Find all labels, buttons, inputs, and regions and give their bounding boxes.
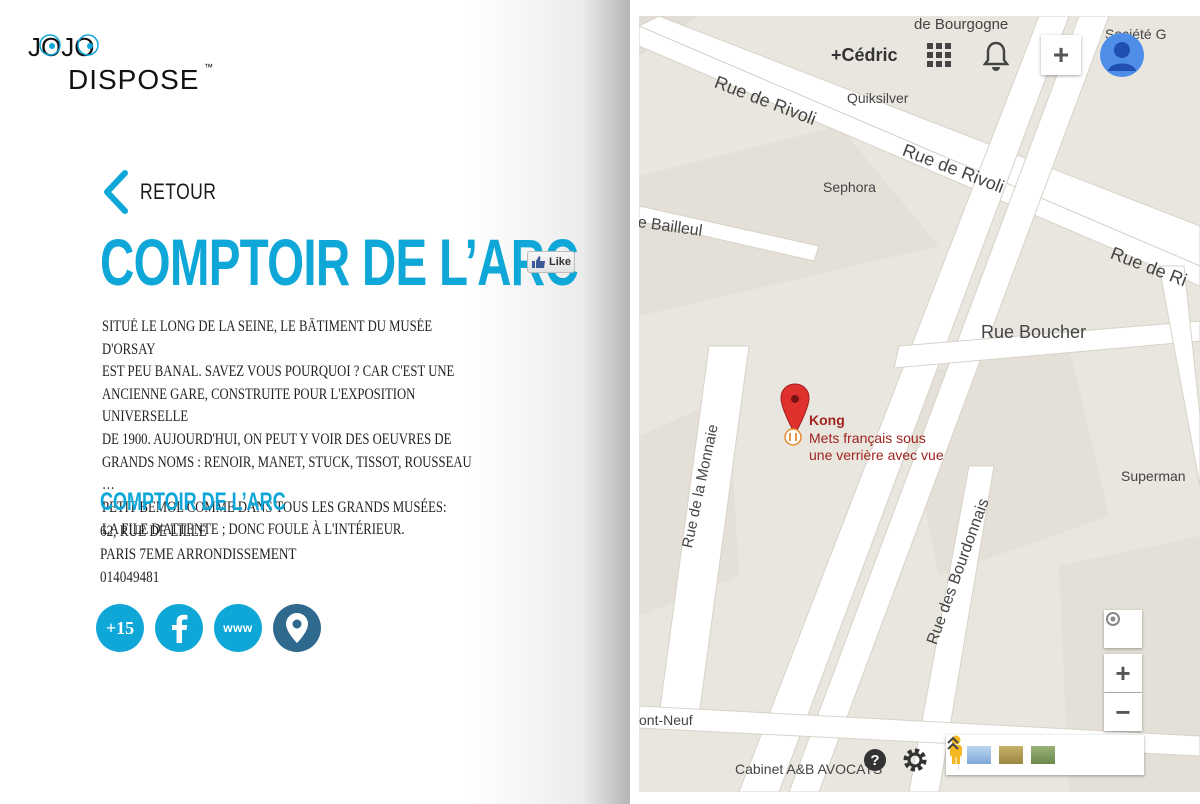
logo-bottom-text: DISPOSE [68, 64, 199, 95]
layer-switcher[interactable] [946, 735, 1144, 775]
terrain-thumbnail[interactable] [999, 746, 1023, 764]
page-title: COMPTOIR DE L’ARC [100, 225, 579, 299]
phone-number: 014049481 [100, 569, 160, 586]
poi-sephora: Sephora [823, 179, 876, 195]
venue-address: 62, rue de Lille Paris 7eme arrondisseme… [100, 520, 296, 589]
action-icons: +15 www [96, 604, 321, 652]
description-line: de 1900. Aujourd'hui, on peut y voir des… [102, 430, 452, 448]
www-label: www [223, 621, 253, 635]
back-button[interactable]: RETOUR [102, 170, 236, 214]
description-line: Situé le long de la Seine, le bâtiment d… [102, 318, 433, 358]
address-line1: 62, rue de Lille [100, 523, 207, 540]
thumbs-up-icon [532, 256, 545, 268]
share-plus-button[interactable]: + [1041, 35, 1081, 75]
google-user-link[interactable]: +Cédric [831, 45, 898, 66]
poi-quiksilver: Quiksilver [847, 90, 909, 106]
back-label: RETOUR [140, 179, 217, 204]
location-button[interactable] [273, 604, 321, 652]
plus-icon: + [1052, 39, 1070, 70]
street-cabinet: Cabinet A&B AVOCATS [735, 761, 883, 777]
street-boucher: Rue Boucher [981, 322, 1087, 342]
chevron-double-up-icon[interactable] [946, 735, 960, 751]
description-line: ancienne gare, construite pour l'exposit… [102, 385, 416, 426]
user-avatar[interactable] [1100, 33, 1144, 77]
zoom-in-icon: + [1115, 657, 1131, 688]
venue-name: COMPTOIR DE L’ARC [100, 488, 286, 516]
crosshair-icon [1106, 612, 1120, 626]
description-line: est peu banal. Savez vous pourquoi ? Car… [102, 363, 455, 381]
imagery-thumbnail[interactable] [967, 746, 991, 764]
website-button[interactable]: www [214, 604, 262, 652]
rating-button[interactable]: +15 [96, 604, 144, 652]
zoom-in-button[interactable]: + [1104, 654, 1142, 692]
chevron-left-icon [104, 170, 128, 214]
street-bourgogne: de Bourgogne [914, 16, 1009, 33]
logo-trademark: ™ [204, 62, 213, 72]
rating-label: +15 [105, 617, 135, 638]
place-name[interactable]: Kong [809, 412, 845, 428]
like-label: Like [549, 256, 572, 268]
google-map[interactable]: de Bourgogne Société G Rue de Rivoli Rue… [639, 16, 1200, 792]
map-pin-icon [286, 613, 308, 643]
place-desc-2: une verrière avec vue [809, 447, 944, 463]
panel-shadow [470, 0, 630, 804]
my-location-button[interactable] [1104, 610, 1142, 648]
zoom-out-button[interactable]: − [1104, 693, 1142, 731]
user-silhouette-icon [1108, 42, 1136, 71]
zoom-out-icon: − [1115, 696, 1131, 727]
facebook-icon [172, 614, 188, 643]
logo-top-text: JOJO [28, 32, 94, 62]
satellite-thumbnail[interactable] [1031, 746, 1055, 764]
street-superm: Superman [1121, 468, 1186, 484]
place-desc-1: Mets français sous [809, 430, 926, 446]
svg-text:?: ? [870, 752, 879, 769]
facebook-button[interactable] [155, 604, 203, 652]
jojo-dispose-logo[interactable]: JOJO DISPOSE ™ [28, 32, 218, 96]
address-line2: Paris 7eme arrondissement [100, 546, 297, 563]
facebook-like-button[interactable]: Like [527, 251, 575, 273]
street-pont-neuf: ont-Neuf [639, 712, 693, 728]
